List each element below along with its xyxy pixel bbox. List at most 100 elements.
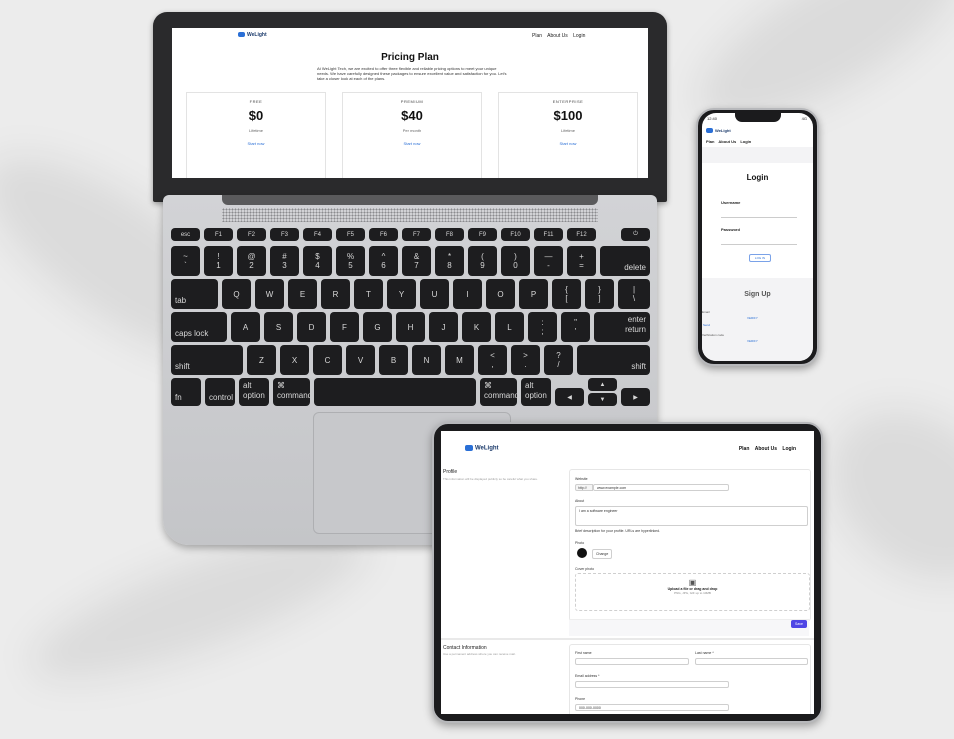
key-v[interactable]: V — [346, 345, 375, 375]
key-y[interactable]: Y — [387, 279, 416, 309]
nav-about-us[interactable]: About Us — [547, 33, 568, 39]
username-input[interactable] — [721, 217, 797, 218]
key-0[interactable]: ) 0 — [501, 246, 530, 276]
key-control[interactable]: control — [205, 378, 235, 406]
nav-plan[interactable]: Plan — [532, 33, 542, 39]
arrow-left-icon[interactable]: ◀ — [555, 388, 584, 406]
key-space[interactable] — [314, 378, 476, 406]
key-bracket-left[interactable]: {[ — [552, 279, 581, 309]
key-5[interactable]: % 5 — [336, 246, 365, 276]
save-button[interactable]: Save — [791, 620, 807, 628]
send-link[interactable]: Send — [703, 323, 710, 327]
key-command-right[interactable]: ⌘ command — [480, 378, 517, 406]
key-a[interactable]: A — [231, 312, 260, 342]
key-caps-lock[interactable]: caps lock — [171, 312, 227, 342]
key-r[interactable]: R — [321, 279, 350, 309]
login-button[interactable]: LOG IN — [749, 254, 771, 262]
power-icon[interactable]: ⏻ — [621, 228, 650, 241]
key-d[interactable]: D — [297, 312, 326, 342]
key-f12[interactable]: F12 — [567, 228, 596, 241]
key-h[interactable]: H — [396, 312, 425, 342]
key-equals[interactable]: + = — [567, 246, 596, 276]
key-8[interactable]: * 8 — [435, 246, 464, 276]
key-p[interactable]: P — [519, 279, 548, 309]
nav-plan[interactable]: Plan — [739, 446, 750, 452]
nav-about-us[interactable]: About Us — [718, 139, 736, 144]
key-minus[interactable]: — - — [534, 246, 563, 276]
key-z[interactable]: Z — [247, 345, 276, 375]
key-f10[interactable]: F10 — [501, 228, 530, 241]
key-t[interactable]: T — [354, 279, 383, 309]
key-f2[interactable]: F2 — [237, 228, 266, 241]
key-command-left[interactable]: ⌘ command — [273, 378, 310, 406]
key-9[interactable]: (9 — [468, 246, 497, 276]
phone-brand[interactable]: WeLight — [706, 128, 731, 134]
key-bracket-right[interactable]: }] — [585, 279, 614, 309]
key-f4[interactable]: F4 — [303, 228, 332, 241]
key-period[interactable]: >. — [511, 345, 540, 375]
about-textarea[interactable]: I am a software engineer — [575, 506, 808, 526]
key-i[interactable]: I — [453, 279, 482, 309]
phone-input[interactable]: 000-000-0000 — [575, 704, 729, 711]
key-delete[interactable]: delete — [600, 246, 650, 276]
key-e[interactable]: E — [288, 279, 317, 309]
nav-about-us[interactable]: About Us — [755, 446, 777, 452]
key-m[interactable]: M — [445, 345, 474, 375]
key-f5[interactable]: F5 — [336, 228, 365, 241]
last-name-input[interactable] — [695, 658, 808, 665]
key-o[interactable]: O — [486, 279, 515, 309]
key-q[interactable]: Q — [222, 279, 251, 309]
verify-link-2[interactable]: VERIFY — [747, 339, 758, 343]
change-photo-button[interactable]: Change — [592, 549, 613, 559]
key-f8[interactable]: F8 — [435, 228, 464, 241]
key-option-left[interactable]: alt option — [239, 378, 269, 406]
tablet-brand[interactable]: WeLight — [465, 445, 499, 452]
key-f1[interactable]: F1 — [204, 228, 233, 241]
key-tab[interactable]: tab — [171, 279, 218, 309]
key-7[interactable]: & 7 — [402, 246, 431, 276]
key-2[interactable]: @2 — [237, 246, 266, 276]
nav-login[interactable]: Login — [782, 446, 796, 452]
key-u[interactable]: U — [420, 279, 449, 309]
key-f7[interactable]: F7 — [402, 228, 431, 241]
key-x[interactable]: X — [280, 345, 309, 375]
start-now-link[interactable]: Start now — [499, 141, 637, 146]
arrow-down-icon[interactable]: ▼ — [588, 393, 617, 406]
key-slash[interactable]: ? / — [544, 345, 573, 375]
key-l[interactable]: L — [495, 312, 524, 342]
key-quote[interactable]: " ' — [561, 312, 590, 342]
start-now-link[interactable]: Start now — [187, 141, 325, 146]
key-c[interactable]: C — [313, 345, 342, 375]
key-shift-left[interactable]: shift — [171, 345, 243, 375]
key-enter[interactable]: enter return — [594, 312, 650, 342]
key-option-right[interactable]: alt option — [521, 378, 551, 406]
key-n[interactable]: N — [412, 345, 441, 375]
key-4[interactable]: $4 — [303, 246, 332, 276]
key-3[interactable]: #3 — [270, 246, 299, 276]
key-6[interactable]: ^ 6 — [369, 246, 398, 276]
key-f6[interactable]: F6 — [369, 228, 398, 241]
arrow-up-icon[interactable]: ▲ — [588, 378, 617, 391]
website-input[interactable]: www.example.com — [593, 484, 729, 491]
nav-login[interactable]: Login — [740, 139, 751, 144]
laptop-brand[interactable]: WeLight — [238, 32, 267, 38]
key-j[interactable]: J — [429, 312, 458, 342]
nav-login[interactable]: Login — [573, 33, 585, 39]
key-b[interactable]: B — [379, 345, 408, 375]
key-w[interactable]: W — [255, 279, 284, 309]
start-now-link[interactable]: Start now — [343, 141, 481, 146]
password-input[interactable] — [721, 244, 797, 245]
key-comma[interactable]: <, — [478, 345, 507, 375]
email-input[interactable] — [575, 681, 729, 688]
key-f[interactable]: F — [330, 312, 359, 342]
key-shift-right[interactable]: shift — [577, 345, 650, 375]
first-name-input[interactable] — [575, 658, 689, 665]
verify-link[interactable]: VERIFY — [747, 316, 758, 320]
key-fn[interactable]: fn — [171, 378, 201, 406]
arrow-right-icon[interactable]: ▶ — [621, 388, 650, 406]
key-f11[interactable]: F11 — [534, 228, 563, 241]
key-k[interactable]: K — [462, 312, 491, 342]
key-f9[interactable]: F9 — [468, 228, 497, 241]
key-f3[interactable]: F3 — [270, 228, 299, 241]
key-1[interactable]: ! 1 — [204, 246, 233, 276]
